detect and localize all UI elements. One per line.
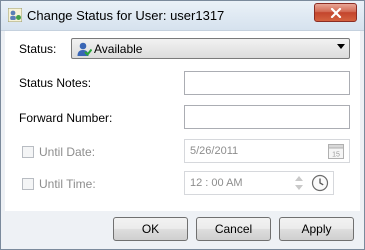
clock-icon[interactable]	[311, 174, 329, 192]
chevron-down-icon	[337, 44, 345, 49]
spinner-arrows-icon[interactable]	[295, 175, 303, 191]
cancel-button[interactable]: Cancel	[196, 217, 271, 241]
until-time-picker[interactable]: 12 : 00 AM	[184, 171, 334, 195]
change-status-dialog: Change Status for User: user1317 Status:…	[0, 0, 365, 250]
status-notes-label: Status Notes:	[19, 76, 92, 90]
until-date-picker[interactable]: 5/26/2011 15	[184, 139, 350, 163]
forward-number-input[interactable]	[184, 105, 350, 129]
until-time-value: 12 : 00 AM	[190, 177, 243, 189]
dialog-content: Status: Available Status Notes: Forward …	[5, 31, 360, 211]
forward-number-label: Forward Number:	[19, 111, 113, 125]
close-icon	[330, 8, 342, 18]
ok-button[interactable]: OK	[113, 217, 188, 241]
user-status-icon	[8, 8, 22, 22]
close-button[interactable]	[314, 3, 357, 22]
title-bar[interactable]: Change Status for User: user1317	[1, 1, 364, 31]
status-notes-input[interactable]	[184, 71, 350, 95]
status-select[interactable]: Available	[71, 38, 350, 59]
window-title: Change Status for User: user1317	[27, 8, 225, 23]
until-time-label: Until Time:	[39, 177, 96, 191]
status-label: Status:	[19, 42, 57, 56]
user-available-icon	[77, 42, 92, 56]
svg-text:15: 15	[332, 152, 340, 159]
until-date-checkbox[interactable]	[22, 146, 34, 158]
until-time-checkbox[interactable]	[22, 178, 34, 190]
status-value: Available	[94, 42, 143, 56]
until-date-label: Until Date:	[39, 145, 96, 159]
until-date-value: 5/26/2011	[190, 145, 239, 157]
apply-button[interactable]: Apply	[279, 217, 354, 241]
calendar-icon[interactable]: 15	[327, 142, 345, 160]
